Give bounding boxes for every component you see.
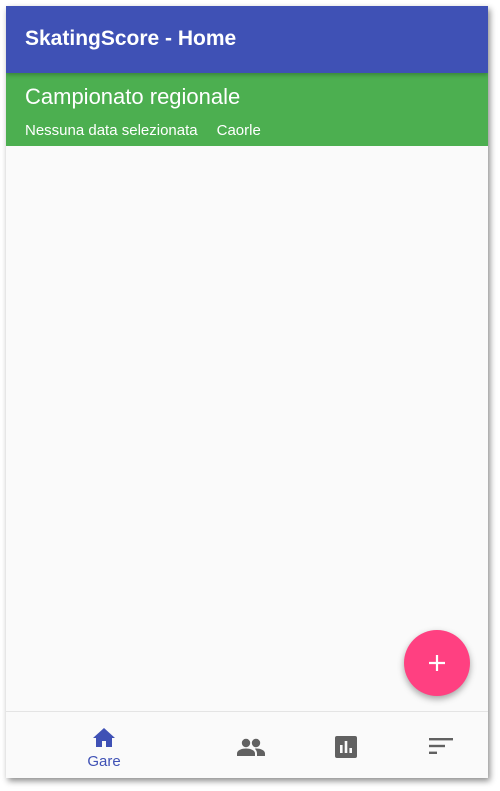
bar-chart-icon xyxy=(335,736,357,758)
people-icon xyxy=(237,738,265,756)
home-icon xyxy=(93,728,115,747)
nav-item-stats[interactable] xyxy=(319,712,373,778)
nav-item-gare[interactable]: Gare xyxy=(56,712,152,778)
add-event-button[interactable] xyxy=(404,630,470,696)
nav-item-people[interactable] xyxy=(224,712,278,778)
event-date: Nessuna data selezionata xyxy=(25,122,198,139)
app-window: SkatingScore - Home Campionato regionale… xyxy=(6,6,488,778)
event-title: Campionato regionale xyxy=(25,84,241,109)
nav-item-sort[interactable] xyxy=(414,712,468,778)
page-title: SkatingScore - Home xyxy=(25,27,237,50)
event-meta: Nessuna data selezionata Caorle xyxy=(25,122,261,139)
app-bar: SkatingScore - Home xyxy=(6,6,488,73)
event-location: Caorle xyxy=(216,122,261,139)
plus-icon xyxy=(429,655,445,671)
sort-icon xyxy=(429,738,453,754)
bottom-navigation: Gare xyxy=(6,711,488,778)
nav-item-label: Gare xyxy=(87,753,121,770)
event-list-item[interactable]: Campionato regionale Nessuna data selezi… xyxy=(6,73,488,146)
event-list xyxy=(6,146,488,712)
